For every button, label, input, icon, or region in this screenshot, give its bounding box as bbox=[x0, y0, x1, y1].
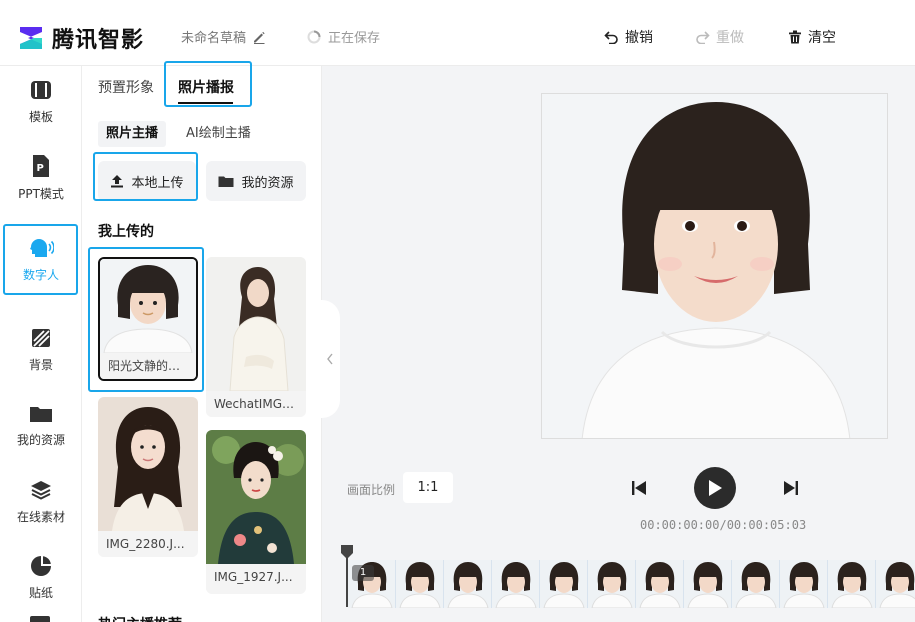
playhead[interactable] bbox=[341, 545, 353, 607]
saving-status-text: 正在保存 bbox=[328, 31, 381, 46]
saving-status: 正在保存 bbox=[307, 27, 380, 46]
sticker-icon bbox=[31, 556, 51, 576]
svg-text:P: P bbox=[37, 163, 44, 174]
timeline-frame bbox=[444, 560, 492, 608]
chevron-left-icon bbox=[327, 353, 333, 365]
local-upload-button[interactable]: 本地上传 bbox=[98, 161, 196, 201]
nav-item-template[interactable]: 模板 bbox=[0, 66, 82, 138]
nav-label-template: 模板 bbox=[28, 110, 53, 124]
timeline-frame bbox=[588, 560, 636, 608]
upload-caption: WechatIMG3... bbox=[206, 391, 306, 417]
brand-logo[interactable]: 腾讯智影 bbox=[18, 22, 144, 54]
undo-button[interactable]: 撤销 bbox=[604, 27, 653, 47]
thumbnail-girl bbox=[100, 259, 196, 353]
left-navigation: 模板 P PPT模式 数字人 背景 我的资源 在线素材 贴纸 bbox=[0, 66, 82, 622]
edit-pencil-icon[interactable] bbox=[252, 30, 266, 44]
spinner-icon bbox=[307, 30, 321, 43]
upload-card-wechat[interactable]: WechatIMG3... bbox=[206, 257, 306, 417]
template-icon bbox=[31, 81, 51, 99]
undo-label: 撤销 bbox=[625, 30, 653, 46]
draft-title-text: 未命名草稿 bbox=[181, 31, 247, 46]
thumbnail-woman-white bbox=[206, 257, 306, 391]
nav-item-background[interactable]: 背景 bbox=[0, 314, 82, 386]
subtab-ai-anchor[interactable]: AI绘制主播 bbox=[178, 121, 259, 147]
tab-preset-avatar[interactable]: 预置形象 bbox=[98, 77, 154, 97]
clear-button[interactable]: 清空 bbox=[788, 27, 836, 47]
nav-item-ppt[interactable]: P PPT模式 bbox=[0, 142, 82, 214]
aspect-ratio-label: 画面比例 bbox=[347, 483, 396, 497]
layers-icon bbox=[31, 481, 51, 500]
digital-human-icon bbox=[30, 239, 54, 257]
upload-caption: IMG_1927.J... bbox=[206, 564, 306, 590]
local-upload-label: 本地上传 bbox=[131, 175, 184, 191]
asset-panel: 预置形象 照片播报 照片主播 AI绘制主播 本地上传 我的资源 我上传的 阳光文… bbox=[82, 66, 322, 622]
nav-item-sticker[interactable]: 贴纸 bbox=[0, 542, 82, 614]
timeline-frame bbox=[492, 560, 540, 608]
redo-label: 重做 bbox=[716, 30, 744, 46]
aspect-ratio-select[interactable]: 1:1 bbox=[403, 472, 453, 503]
upload-card-img1927[interactable]: IMG_1927.J... bbox=[206, 430, 306, 594]
timeline-frame bbox=[636, 560, 684, 608]
active-tab-underline bbox=[178, 102, 233, 104]
collapse-panel-handle[interactable] bbox=[320, 300, 340, 418]
track-number-badge: 1 bbox=[352, 565, 374, 581]
subtab-photo-anchor[interactable]: 照片主播 bbox=[98, 121, 167, 147]
timecode: 00:00:00:00/00:00:05:03 bbox=[640, 518, 807, 532]
timeline-frame bbox=[396, 560, 444, 608]
thumbnail-woman-traditional bbox=[206, 430, 306, 564]
nav-item-my-resources[interactable]: 我的资源 bbox=[0, 390, 82, 462]
play-icon bbox=[709, 480, 722, 496]
skip-to-end-button[interactable] bbox=[780, 478, 802, 498]
upload-icon bbox=[111, 175, 124, 188]
clear-label: 清空 bbox=[808, 30, 836, 46]
timeline-frame bbox=[828, 560, 876, 608]
skip-forward-icon bbox=[784, 481, 798, 495]
nav-label-background: 背景 bbox=[28, 358, 53, 372]
nav-label-ppt: PPT模式 bbox=[18, 187, 64, 201]
timeline-frame bbox=[780, 560, 828, 608]
nav-label-sticker: 贴纸 bbox=[28, 586, 53, 600]
upload-card-img2280[interactable]: IMG_2280.J... bbox=[98, 397, 198, 557]
top-header: 腾讯智影 未命名草稿 正在保存 撤销 重做 清空 bbox=[0, 0, 915, 66]
logo-icon bbox=[20, 27, 42, 49]
timeline-track[interactable] bbox=[348, 560, 915, 608]
nav-item-digital-human[interactable]: 数字人 bbox=[0, 224, 82, 296]
brand-name: 腾讯智影 bbox=[52, 28, 145, 53]
section-my-uploads: 我上传的 bbox=[98, 224, 154, 240]
ppt-icon: P bbox=[33, 155, 49, 177]
skip-to-start-button[interactable] bbox=[628, 478, 650, 498]
tab-photo-broadcast[interactable]: 照片播报 bbox=[178, 77, 234, 97]
play-button[interactable] bbox=[694, 467, 736, 509]
preview-canvas[interactable] bbox=[541, 93, 888, 439]
redo-button[interactable]: 重做 bbox=[695, 27, 744, 47]
skip-back-icon bbox=[632, 481, 646, 495]
section-hot-anchors: 热门主播推荐 bbox=[98, 614, 182, 622]
trash-icon bbox=[789, 30, 801, 44]
timeline-frame bbox=[684, 560, 732, 608]
timeline-frame bbox=[540, 560, 588, 608]
upload-caption: 阳光文静的小... bbox=[100, 353, 196, 379]
undo-icon bbox=[604, 31, 618, 44]
nav-next-icon-partial bbox=[30, 616, 50, 622]
upload-card-girl[interactable]: 阳光文静的小... bbox=[98, 257, 198, 381]
my-resources-label: 我的资源 bbox=[241, 175, 294, 191]
nav-label-digital-human: 数字人 bbox=[22, 268, 59, 282]
thumbnail-woman-portrait bbox=[98, 397, 198, 531]
nav-item-online-assets[interactable]: 在线素材 bbox=[0, 466, 82, 538]
preview-girl-photo bbox=[542, 94, 887, 438]
folder-icon bbox=[30, 407, 52, 422]
timeline-frame bbox=[876, 560, 915, 608]
my-resources-button[interactable]: 我的资源 bbox=[206, 161, 306, 201]
draft-title[interactable]: 未命名草稿 bbox=[181, 27, 266, 46]
nav-label-my-resources: 我的资源 bbox=[16, 433, 65, 447]
redo-icon bbox=[696, 31, 710, 44]
timeline-frame bbox=[732, 560, 780, 608]
upload-caption: IMG_2280.J... bbox=[98, 531, 198, 557]
folder-icon bbox=[218, 176, 234, 187]
nav-label-online-assets: 在线素材 bbox=[16, 510, 65, 524]
background-icon bbox=[32, 329, 50, 347]
